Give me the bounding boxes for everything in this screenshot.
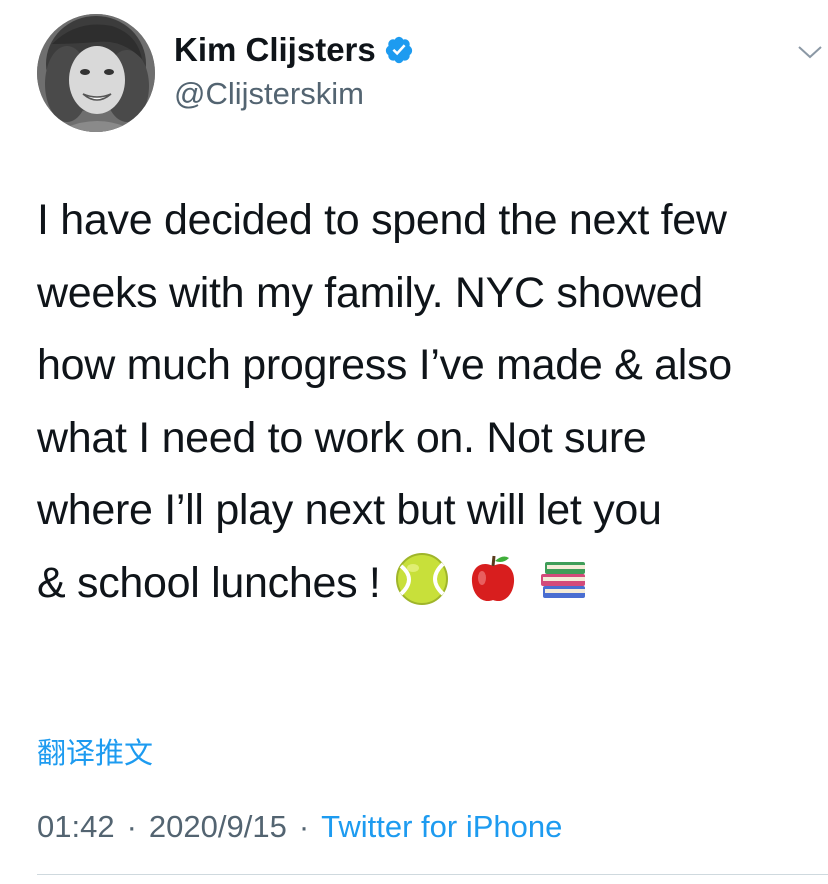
tweet-text-line: what I need to work on. Not sure bbox=[37, 413, 647, 462]
tweet-text-last-line: & school lunches ! bbox=[37, 558, 381, 607]
red-apple-emoji bbox=[471, 555, 514, 602]
tweet-text-line: how much progress I’ve made & also bbox=[37, 341, 732, 389]
verified-badge-icon bbox=[385, 36, 412, 64]
tweet-source-link[interactable]: Twitter for iPhone bbox=[321, 809, 562, 844]
author-name-row: Kim Clijsters bbox=[174, 30, 414, 70]
books-emoji bbox=[540, 562, 585, 599]
tweet-date: 2020/9/15 bbox=[148, 809, 287, 844]
tweet-text-line: I have decided to spend the next few bbox=[37, 196, 727, 244]
avatar-photo-icon bbox=[37, 14, 155, 132]
tennis-ball-emoji bbox=[395, 553, 448, 606]
tweet-text-line: where I’ll play next but will let you bbox=[37, 486, 662, 534]
tweet-meta: 01:42 · 2020/9/15 · Twitter for iPhone bbox=[37, 806, 562, 848]
chevron-down-icon[interactable] bbox=[796, 42, 824, 62]
translate-tweet-link[interactable]: 翻译推文 bbox=[37, 734, 153, 774]
author-handle[interactable]: @Clijsterskim bbox=[174, 75, 364, 113]
meta-separator: · bbox=[126, 809, 137, 844]
tweet-text: I have decided to spend the next few wee… bbox=[37, 184, 828, 619]
tweet-text-line: & school lunches ! bbox=[37, 547, 828, 620]
tweet-time: 01:42 bbox=[37, 809, 115, 844]
avatar[interactable] bbox=[37, 14, 155, 132]
divider bbox=[37, 874, 828, 875]
tweet-detail: Kim Clijsters @Clijsterskim I have decid… bbox=[0, 0, 828, 884]
tweet-text-line: weeks with my family. NYC showed bbox=[37, 268, 703, 317]
meta-separator: · bbox=[298, 809, 310, 844]
display-name[interactable]: Kim Clijsters bbox=[174, 30, 376, 70]
